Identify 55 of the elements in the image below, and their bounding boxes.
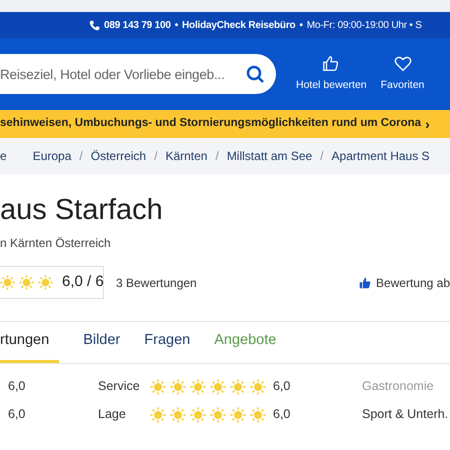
breadcrumb-link[interactable]: Europa — [32, 147, 72, 165]
search-field[interactable]: Reiseziel, Hotel oder Vorliebe eingeb... — [0, 54, 276, 94]
corona-banner[interactable]: sehinweisen, Umbuchungs- und Stornierungsmöglichkeiten rund um Corona › — [0, 110, 450, 138]
sun-icon — [250, 378, 266, 394]
breadcrumb-link[interactable]: Österreich — [90, 147, 146, 165]
breadcrumb-separator: / — [79, 148, 83, 165]
section-tab[interactable]: rtungen — [0, 322, 60, 363]
sun-icon — [190, 406, 206, 422]
section-tab[interactable]: Fragen — [144, 322, 190, 363]
heart-icon — [394, 54, 412, 73]
rating-value: 6,0 — [7, 378, 26, 396]
rating-label: Sport & Unterh. — [362, 406, 448, 424]
search-icon — [246, 65, 264, 83]
reviews-link[interactable]: 3 Bewertungen — [116, 274, 197, 292]
agency-link[interactable]: HolidayCheck Reisebüro — [182, 18, 296, 32]
rating-label: Service — [98, 378, 141, 396]
opening-hours: Mo-Fr: 09:00-19:00 Uhr • S — [306, 18, 422, 32]
rating-value: 6,0 — [273, 406, 292, 424]
sun-icon — [210, 406, 226, 422]
favorites-button[interactable]: Favoriten — [380, 54, 424, 94]
separator-dot: • — [299, 18, 303, 32]
sun-icon — [170, 406, 186, 422]
rate-hotel-button[interactable]: Hotel bewerten — [296, 54, 367, 94]
rating-label: Lage — [98, 406, 127, 424]
breadcrumb-separator: / — [215, 148, 219, 165]
section-tab[interactable]: Bilder — [83, 322, 120, 363]
hotel-location: n Kärnten Österreich — [0, 235, 112, 252]
sun-icon — [170, 378, 186, 394]
phone-number[interactable]: 089 143 79 100 — [104, 18, 171, 32]
rating-score: 6,0 / 6 — [62, 272, 104, 292]
sun-icon — [230, 406, 246, 422]
thumbs-up-icon — [358, 276, 371, 288]
sun-icon — [150, 378, 166, 394]
breadcrumb-separator: / — [154, 148, 158, 165]
hotel-title: aus Starfach — [0, 193, 164, 228]
phone-icon — [89, 20, 100, 30]
rating-value: 6,0 — [273, 378, 292, 396]
rating-value: 6,0 — [7, 406, 26, 424]
write-review-button[interactable]: Bewertung ab — [358, 274, 450, 292]
breadcrumb-separator: / — [320, 148, 324, 165]
sun-icon — [150, 406, 166, 422]
rating-label: Gastronomie — [362, 378, 434, 396]
sun-icon — [230, 378, 246, 394]
sun-icon — [250, 406, 266, 422]
thumbs-up-icon — [322, 54, 340, 73]
breadcrumb-link[interactable]: e — [0, 147, 7, 165]
breadcrumb-link[interactable]: Kärnten — [165, 147, 208, 165]
sun-icon — [190, 378, 206, 394]
sun-icon — [19, 275, 34, 290]
sun-icon — [210, 378, 226, 394]
breadcrumb-link[interactable]: Apartment Haus S — [332, 147, 430, 165]
breadcrumb-link[interactable]: Millstatt am See — [226, 147, 312, 165]
sun-icon — [38, 275, 53, 290]
separator-dot: • — [174, 18, 178, 32]
sun-icon — [0, 275, 15, 290]
